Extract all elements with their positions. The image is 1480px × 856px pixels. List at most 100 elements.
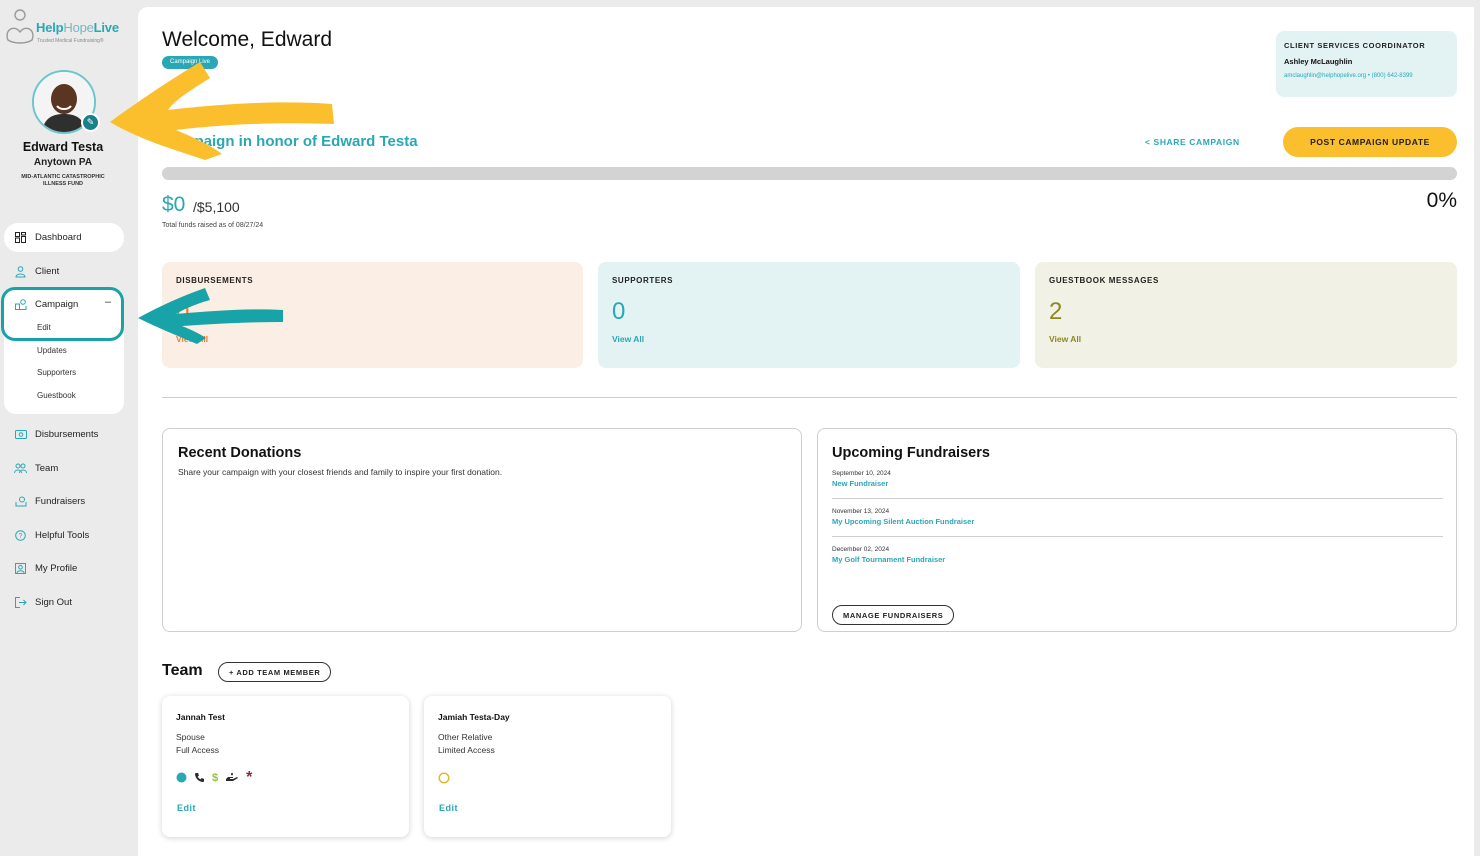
sidebar-item-fundraisers[interactable]: Fundraisers bbox=[14, 495, 85, 508]
fundraisers-icon bbox=[14, 495, 27, 508]
view-all-guestbook-link[interactable]: View All bbox=[1049, 334, 1443, 344]
coordinator-phone-link[interactable]: (800) 642-8399 bbox=[1372, 73, 1413, 79]
sidebar-item-label: Fundraisers bbox=[35, 496, 86, 507]
campaign-title[interactable]: Campaign in honor of Edward Testa bbox=[162, 133, 418, 150]
page-title: Welcome, Edward bbox=[162, 28, 333, 51]
sidebar-item-label: Dashboard bbox=[35, 232, 82, 243]
add-team-member-button[interactable]: + ADD TEAM MEMBER bbox=[218, 662, 332, 682]
divider bbox=[162, 397, 1457, 398]
post-campaign-update-button[interactable]: POST CAMPAIGN UPDATE bbox=[1283, 127, 1457, 157]
phone-icon bbox=[195, 773, 204, 782]
coordinator-contact: amclaughlin@helphopelive.org • (800) 642… bbox=[1284, 73, 1413, 79]
member-name: Jamiah Testa-Day bbox=[438, 712, 510, 722]
fundraiser-link[interactable]: New Fundraiser bbox=[832, 479, 1443, 488]
disbursements-icon bbox=[14, 428, 27, 441]
sidebar-item-label: Campaign bbox=[35, 299, 79, 310]
profile-fund: MID-ATLANTIC CATASTROPHIC ILLNESS FUND bbox=[21, 174, 105, 188]
view-all-disbursements-link[interactable]: View All bbox=[176, 334, 569, 344]
panel-title: Upcoming Fundraisers bbox=[832, 445, 990, 461]
sidebar-item-campaign[interactable]: Campaign bbox=[14, 298, 78, 311]
list-item: September 10, 2024 New Fundraiser bbox=[832, 461, 1443, 499]
raised-note: Total funds raised as of 08/27/24 bbox=[162, 222, 264, 229]
member-access: Limited Access bbox=[438, 745, 495, 755]
permission-icons bbox=[438, 771, 657, 784]
stat-value: 2 bbox=[1049, 298, 1063, 325]
sidebar-item-label: My Profile bbox=[35, 563, 78, 574]
dollar-icon: $ bbox=[212, 771, 219, 784]
fundraiser-date: November 13, 2024 bbox=[832, 508, 890, 515]
medical-asterisk-icon: * bbox=[246, 769, 253, 786]
dashboard-icon bbox=[14, 231, 27, 244]
goal-amount: /$5,100 bbox=[193, 199, 240, 215]
fundraiser-link[interactable]: My Golf Tournament Fundraiser bbox=[832, 555, 1443, 564]
edit-avatar-icon[interactable]: ✎ bbox=[81, 113, 100, 132]
sidebar-item-disbursements[interactable]: Disbursements bbox=[14, 428, 98, 441]
coordinator-email-link[interactable]: amclaughlin@helphopelive.org bbox=[1284, 73, 1366, 79]
svg-text:?: ? bbox=[19, 533, 23, 540]
sidebar-item-my-profile[interactable]: My Profile bbox=[14, 562, 77, 575]
member-relation: Spouse bbox=[176, 732, 205, 742]
stat-value: 0 bbox=[612, 298, 626, 325]
upcoming-fundraisers-panel: Upcoming Fundraisers September 10, 2024 … bbox=[817, 428, 1457, 632]
stat-label: SUPPORTERS bbox=[612, 276, 674, 285]
coordinator-card: CLIENT SERVICES COORDINATOR Ashley McLau… bbox=[1276, 31, 1457, 97]
sidebar-item-client[interactable]: Client bbox=[14, 265, 59, 278]
team-icon bbox=[14, 462, 27, 475]
stat-card-supporters: SUPPORTERS 0 View All bbox=[598, 262, 1020, 368]
sidebar-item-label: Helpful Tools bbox=[35, 530, 90, 541]
profile-icon bbox=[14, 562, 27, 575]
list-item: December 02, 2024 My Golf Tournament Fun… bbox=[832, 537, 1443, 574]
stat-value: 0 bbox=[176, 298, 190, 325]
member-access: Full Access bbox=[176, 745, 219, 755]
status-badge: Campaign Live bbox=[162, 56, 219, 69]
submenu-item-supporters[interactable]: Supporters bbox=[37, 368, 76, 377]
fundraiser-link[interactable]: My Upcoming Silent Auction Fundraiser bbox=[832, 517, 1443, 526]
sidebar-item-label: Sign Out bbox=[35, 597, 72, 608]
submenu-item-edit[interactable]: Edit bbox=[37, 323, 51, 332]
stat-card-guestbook: GUESTBOOK MESSAGES 2 View All bbox=[1035, 262, 1457, 368]
client-icon bbox=[14, 265, 27, 278]
fundraiser-date: September 10, 2024 bbox=[832, 470, 891, 477]
raised-percent: 0% bbox=[1426, 189, 1457, 212]
brand-name: HelpHopeLive bbox=[36, 20, 119, 35]
sidebar-item-label: Team bbox=[35, 463, 59, 474]
brand-logo[interactable]: HelpHopeLive Trusted Medical Fundraising… bbox=[4, 8, 132, 44]
brand-tagline: Trusted Medical Fundraising® bbox=[37, 38, 104, 44]
panel-title: Recent Donations bbox=[178, 445, 302, 461]
sign-out-icon bbox=[14, 596, 27, 609]
sidebar-item-dashboard[interactable]: Dashboard bbox=[14, 231, 81, 244]
team-member-card: Jannah Test Spouse Full Access $ * Edit bbox=[162, 696, 409, 837]
submenu-item-guestbook[interactable]: Guestbook bbox=[37, 391, 76, 400]
submenu-item-updates[interactable]: Updates bbox=[37, 346, 67, 355]
view-all-supporters-link[interactable]: View All bbox=[612, 334, 1006, 344]
edit-member-link[interactable]: Edit bbox=[177, 803, 196, 813]
stat-label: GUESTBOOK MESSAGES bbox=[1049, 276, 1159, 285]
member-relation: Other Relative bbox=[438, 732, 493, 742]
sidebar-item-team[interactable]: Team bbox=[14, 462, 58, 475]
sidebar-item-sign-out[interactable]: Sign Out bbox=[14, 596, 72, 609]
stat-label: DISBURSEMENTS bbox=[176, 276, 254, 285]
sidebar-item-label: Client bbox=[35, 266, 60, 277]
profile-name: Edward Testa bbox=[22, 140, 104, 154]
stat-card-disbursements: DISBURSEMENTS 0 View All bbox=[162, 262, 583, 368]
sidebar-item-label: Disbursements bbox=[35, 429, 99, 440]
edit-member-link[interactable]: Edit bbox=[439, 803, 458, 813]
hand-heart-icon bbox=[226, 773, 239, 781]
panel-description: Share your campaign with your closest fr… bbox=[178, 467, 503, 477]
campaign-progress-bar bbox=[162, 167, 1457, 180]
manage-fundraisers-button[interactable]: MANAGE FUNDRAISERS bbox=[832, 605, 955, 625]
limited-access-ring-icon bbox=[438, 771, 450, 784]
full-access-dot-icon bbox=[176, 772, 187, 783]
logo-mark-icon bbox=[6, 9, 34, 44]
share-icon: < bbox=[1145, 137, 1151, 147]
collapse-icon[interactable]: – bbox=[105, 296, 111, 308]
permission-icons: $ * bbox=[176, 769, 395, 786]
profile-location: Anytown PA bbox=[33, 157, 93, 168]
sidebar-item-helpful-tools[interactable]: ? Helpful Tools bbox=[14, 529, 89, 542]
share-campaign-link[interactable]: < SHARE CAMPAIGN bbox=[1145, 137, 1240, 147]
recent-donations-panel: Recent Donations Share your campaign wit… bbox=[162, 428, 802, 632]
team-section-title: Team bbox=[162, 662, 203, 679]
campaign-icon bbox=[14, 298, 27, 311]
list-item: November 13, 2024 My Upcoming Silent Auc… bbox=[832, 499, 1443, 537]
coordinator-name: Ashley McLaughlin bbox=[1284, 57, 1353, 66]
